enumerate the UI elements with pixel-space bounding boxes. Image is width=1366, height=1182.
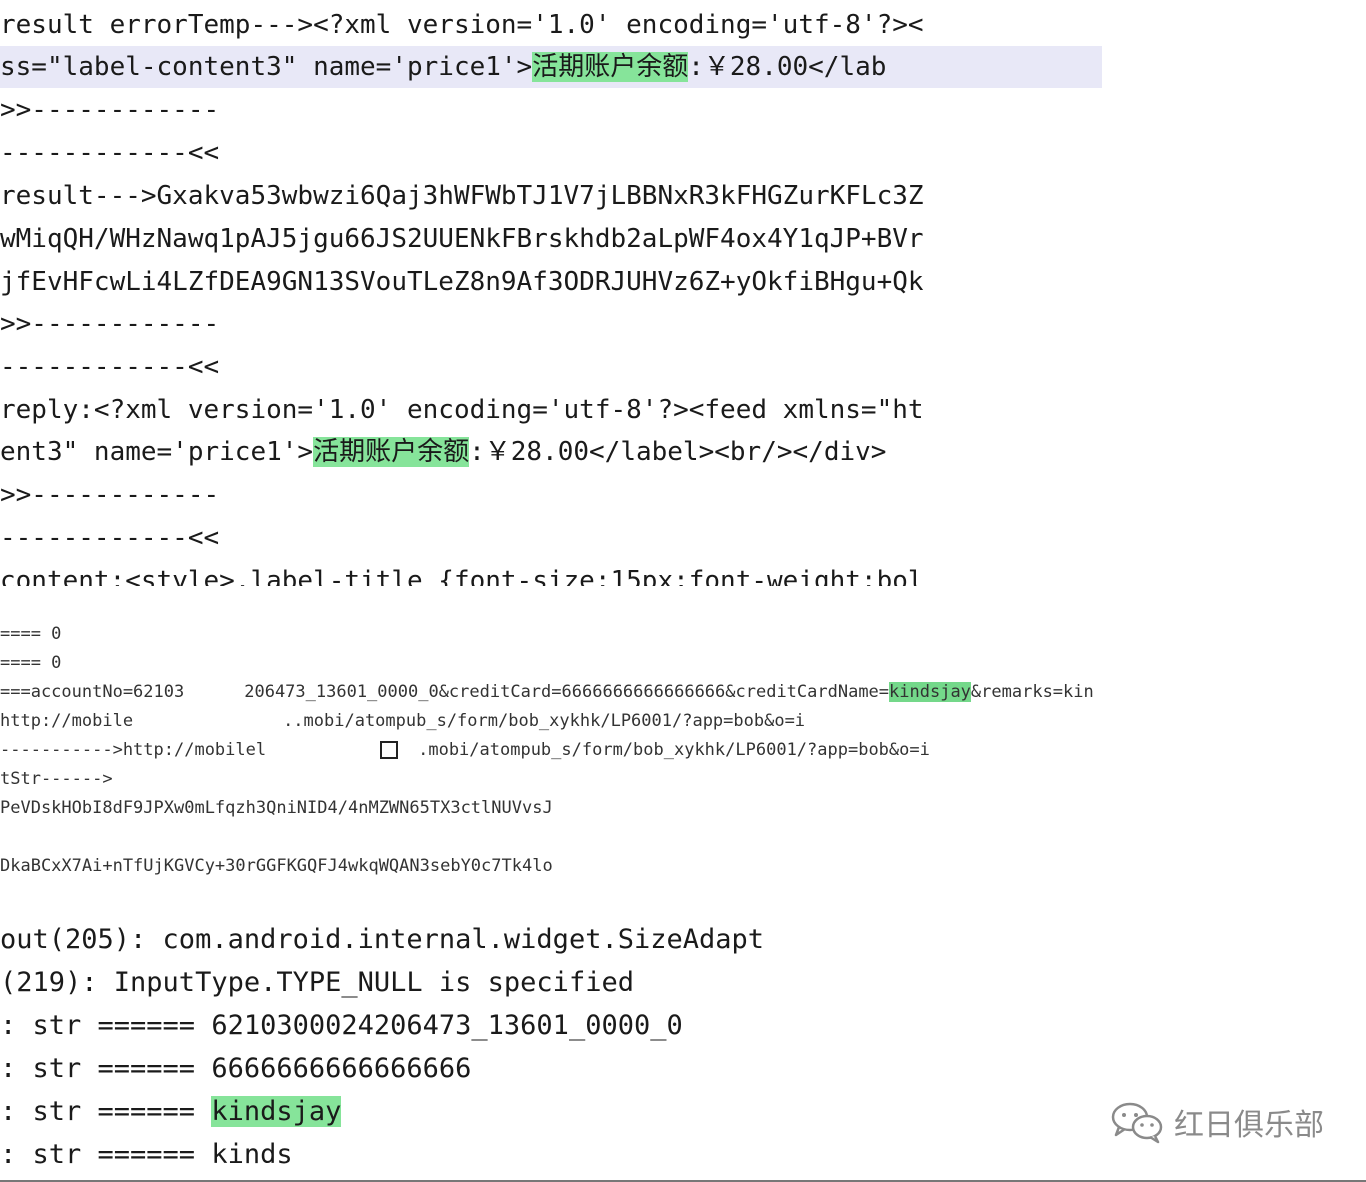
log-line: : str ====== kindsjay (0, 1090, 342, 1133)
log-text: ..mobi/atompub_s/form/bob_xykhk/LP6001/?… (283, 711, 806, 731)
log-text: ent3" name='price1'> (0, 437, 314, 467)
log-text: ss="label-content3" name='price1'> (0, 52, 533, 82)
log-text: 206473_13601_0000_0&creditCard=666666666… (244, 682, 890, 702)
redaction (184, 685, 245, 699)
log-line: : str ====== 6666666666666666 (0, 1053, 472, 1084)
search-highlight: kindsjay (889, 682, 971, 702)
checkbox-icon (380, 741, 399, 759)
log-line: ent3" name='price1'>活期账户余额:￥28.00</label… (0, 431, 886, 473)
watermark-text: 红日俱乐部 (1174, 1108, 1324, 1143)
log-line-cut: kinds (66, 598, 117, 607)
log-text: &remarks=kin (970, 682, 1094, 702)
log-line: : str ====== kinds (0, 1139, 293, 1170)
log-line: ==== 0 (0, 624, 62, 644)
log-line: : str ====== 6210300024206473_13601_0000… (0, 1010, 683, 1041)
redaction (133, 714, 284, 728)
log-text: ----------->http://mobilel (0, 740, 267, 760)
wechat-icon (1111, 1102, 1163, 1144)
log-line: reply:<?xml version='1.0' encoding='utf-… (0, 395, 924, 425)
log-line: result--->Gxakva53wbwzi6Qaj3hWFWbTJ1V7jL… (0, 181, 924, 211)
log-line: ==== 0 (0, 653, 62, 673)
log-line: ===accountNo=62103 206473_13601_0000_0&cr… (0, 678, 1094, 707)
log-text: .mobi/atompub_s/form/bob_xykhk/LP6001/?a… (418, 740, 930, 760)
log-line: out(205): com.android.internal.widget.Si… (0, 924, 765, 955)
log-line: wMiqQH/WHzNawq1pAJ5jgu66JS2UUENkFBrskhdb… (0, 224, 924, 254)
log-line: tStr------> (0, 769, 113, 789)
log-line: http://mobile ..mobi/atompub_s/form/bob_x… (0, 707, 805, 736)
watermark: 红日俱乐部 (1110, 1100, 1324, 1144)
log-text: :￥28.00</lab (688, 52, 887, 82)
log-text: ===accountNo=62103 (0, 682, 185, 702)
search-highlight: 活期账户余额 (313, 437, 470, 467)
log-separator: >>------------ (0, 309, 220, 339)
log-line: DkaBCxX7Ai+nTfUjKGVCy+30rGGFKGQFJ4wkqWQA… (0, 856, 553, 876)
log-line-cut: content:<style>.label-title {font-size:1… (0, 566, 924, 586)
redaction (266, 743, 367, 757)
search-highlight: kindsjay (211, 1096, 342, 1127)
top-log-panel: result errorTemp---><?xml version='1.0' … (0, 0, 1102, 586)
search-highlight: 活期账户余额 (532, 52, 689, 82)
log-separator: ------------<< (0, 352, 220, 382)
log-line: ----------->http://mobilel .mobi/atompub_… (0, 736, 930, 765)
log-separator: >>------------ (0, 480, 220, 510)
log-separator: ------------<< (0, 138, 220, 168)
log-text: : str ====== (0, 1096, 212, 1127)
log-line: result errorTemp---><?xml version='1.0' … (0, 10, 924, 40)
log-separator: ------------<< (0, 523, 220, 553)
log-line-selected: ss="label-content3" name='price1'>活期账户余额… (0, 46, 1102, 88)
log-text: http://mobile (0, 711, 134, 731)
middle-log-panel: kinds ==== 0 ==== 0 ===accountNo=62103 20… (0, 598, 1366, 890)
log-text: :￥28.00</label><br/></div> (469, 437, 887, 467)
log-separator: >>------------ (0, 95, 220, 125)
log-line: PeVDskHObI8dF9JPXw0mLfqzh3QniNID4/4nMZWN… (0, 798, 553, 818)
log-line: (219): InputType.TYPE_NULL is specified (0, 967, 634, 998)
log-line: jfEvHFcwLi4LZfDEA9GN13SVouTLeZ8n9Af3ODRJ… (0, 267, 924, 297)
